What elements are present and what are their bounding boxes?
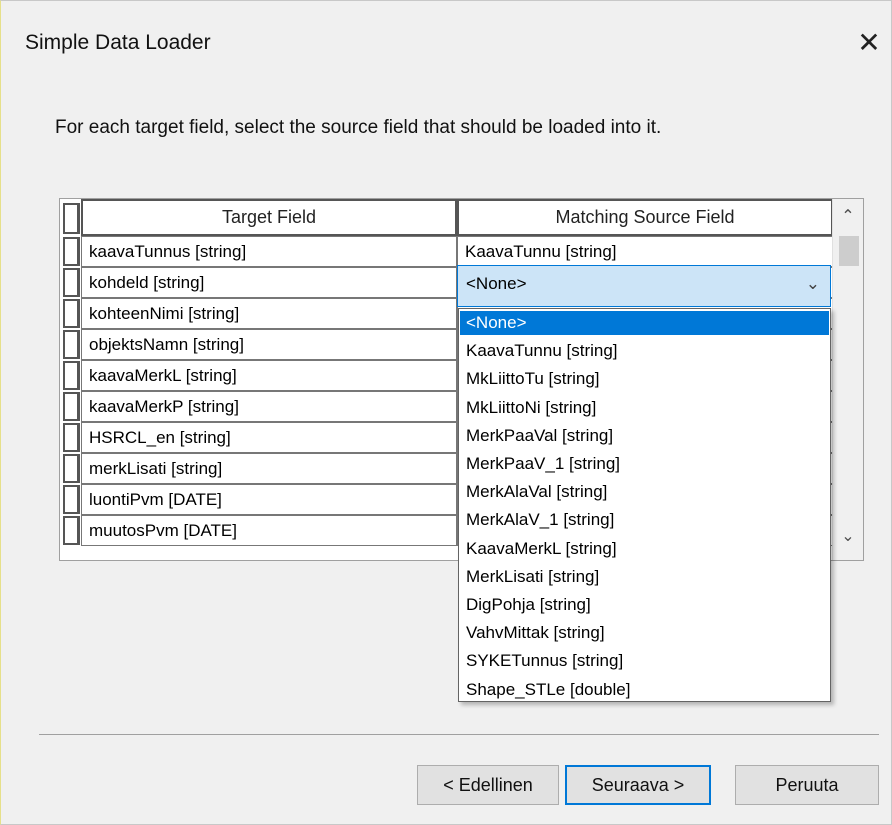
row-header[interactable] bbox=[63, 299, 80, 328]
dialog-window: Simple Data Loader ✕ For each target fie… bbox=[0, 0, 892, 825]
row-header[interactable] bbox=[63, 330, 80, 359]
dropdown-option[interactable]: MerkAlaVal [string] bbox=[460, 480, 829, 504]
dropdown-option[interactable]: MerkLisati [string] bbox=[460, 565, 829, 589]
target-field-cell: kaavaMerkL [string] bbox=[81, 360, 457, 391]
row-header[interactable] bbox=[63, 485, 80, 514]
divider bbox=[39, 734, 879, 735]
dropdown-option[interactable]: KaavaMerkL [string] bbox=[460, 537, 829, 561]
window-title: Simple Data Loader bbox=[25, 31, 211, 54]
instruction-text: For each target field, select the source… bbox=[55, 117, 662, 138]
row-header[interactable] bbox=[63, 361, 80, 390]
column-header-source[interactable]: Matching Source Field bbox=[457, 199, 833, 236]
target-field-cell: HSRCL_en [string] bbox=[81, 422, 457, 453]
combo-value: <None> bbox=[466, 274, 527, 293]
dropdown-option[interactable]: MerkPaaVal [string] bbox=[460, 424, 829, 448]
scroll-down-icon[interactable]: ⌄ bbox=[833, 524, 863, 550]
dropdown-option[interactable]: DigPohja [string] bbox=[460, 593, 829, 617]
cancel-button[interactable]: Peruuta bbox=[735, 765, 879, 805]
column-header-target[interactable]: Target Field bbox=[81, 199, 457, 236]
target-field-cell: muutosPvm [DATE] bbox=[81, 515, 457, 546]
dropdown-option[interactable]: MerkAlaV_1 [string] bbox=[460, 508, 829, 532]
target-field-cell: kohdeld [string] bbox=[81, 267, 457, 298]
target-field-cell: merkLisati [string] bbox=[81, 453, 457, 484]
corner-header bbox=[63, 203, 80, 234]
chevron-down-icon[interactable]: ⌄ bbox=[806, 274, 820, 294]
source-field-cell[interactable]: KaavaTunnu [string] bbox=[457, 236, 833, 267]
row-header[interactable] bbox=[63, 237, 80, 266]
scroll-thumb[interactable] bbox=[839, 236, 859, 266]
dropdown-option[interactable]: KaavaTunnu [string] bbox=[460, 339, 829, 363]
target-field-cell: kaavaMerkP [string] bbox=[81, 391, 457, 422]
next-button[interactable]: Seuraava > bbox=[565, 765, 711, 805]
dropdown-option[interactable]: VahvMittak [string] bbox=[460, 621, 829, 645]
dropdown-option[interactable]: Shape_STLe [double] bbox=[460, 678, 829, 702]
dropdown-option[interactable]: SYKETunnus [string] bbox=[460, 649, 829, 673]
source-field-dropdown[interactable]: <None> KaavaTunnu [string] MkLiittoTu [str… bbox=[458, 308, 831, 702]
back-button[interactable]: < Edellinen bbox=[417, 765, 559, 805]
target-field-cell: luontiPvm [DATE] bbox=[81, 484, 457, 515]
target-field-cell: kaavaTunnus [string] bbox=[81, 236, 457, 267]
source-field-combo[interactable]: <None> ⌄ bbox=[457, 265, 831, 307]
row-header[interactable] bbox=[63, 454, 80, 483]
scroll-up-icon[interactable]: ⌃ bbox=[833, 204, 863, 230]
target-field-cell: objektsNamn [string] bbox=[81, 329, 457, 360]
target-field-cell: kohteenNimi [string] bbox=[81, 298, 457, 329]
row-header[interactable] bbox=[63, 268, 80, 297]
dropdown-option[interactable]: <None> bbox=[460, 311, 829, 335]
row-header[interactable] bbox=[63, 516, 80, 545]
row-header[interactable] bbox=[63, 392, 80, 421]
row-header[interactable] bbox=[63, 423, 80, 452]
dropdown-option[interactable]: MerkPaaV_1 [string] bbox=[460, 452, 829, 476]
dropdown-option[interactable]: MkLiittoTu [string] bbox=[460, 367, 829, 391]
grid-scrollbar[interactable]: ⌃ ⌄ bbox=[832, 199, 863, 560]
dropdown-option[interactable]: MkLiittoNi [string] bbox=[460, 396, 829, 420]
close-icon[interactable]: ✕ bbox=[849, 23, 889, 63]
